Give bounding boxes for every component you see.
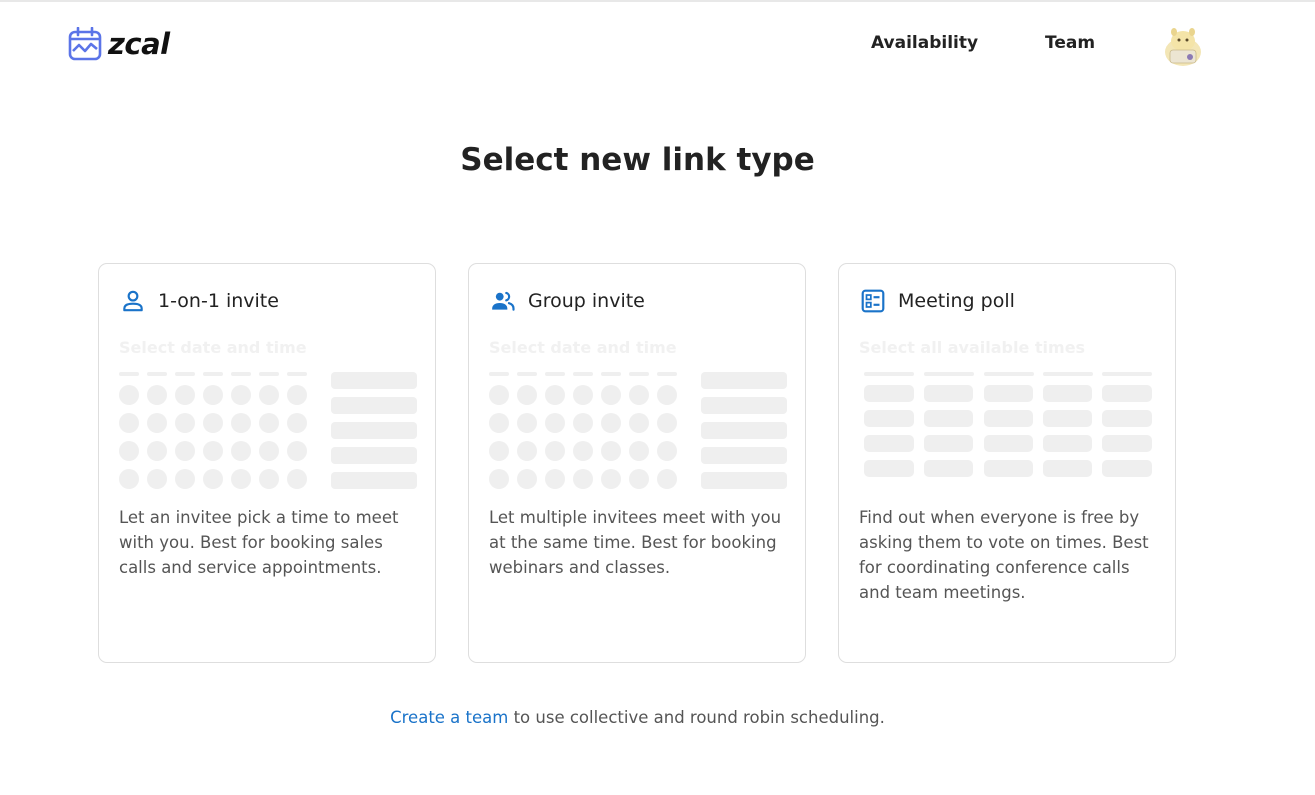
person-icon — [123, 290, 143, 312]
poll-icon — [861, 289, 885, 313]
avatar[interactable] — [1160, 24, 1206, 70]
nav-availability[interactable]: Availability — [871, 32, 978, 54]
poll-preview — [864, 372, 1152, 477]
brand-name: zcal — [108, 27, 170, 61]
nav-team[interactable]: Team — [1045, 32, 1095, 54]
card-title: Group invite — [528, 290, 645, 312]
preview-label: Select date and time — [489, 338, 677, 357]
card-meeting-poll[interactable]: Meeting poll Select all available times … — [838, 263, 1176, 663]
card-description: Let multiple invitees meet with you at t… — [489, 508, 782, 577]
preview-label: Select date and time — [119, 338, 307, 357]
group-icon — [492, 291, 515, 311]
calendar-preview — [489, 372, 787, 489]
card-one-on-one-invite[interactable]: 1-on-1 invite Select date and time Let a… — [98, 263, 436, 663]
card-header: Meeting poll — [860, 288, 1015, 314]
page-title: Select new link type — [460, 142, 815, 178]
card-header: Group invite — [490, 288, 645, 314]
avatar-image — [1160, 24, 1206, 70]
create-team-link[interactable]: Create a team — [390, 708, 508, 727]
top-divider — [0, 0, 1315, 2]
card-header: 1-on-1 invite — [120, 288, 279, 314]
footer-text: to use collective and round robin schedu… — [508, 708, 885, 727]
calendar-preview — [119, 372, 417, 489]
footer-note: Create a team to use collective and roun… — [0, 706, 1275, 730]
card-title: 1-on-1 invite — [158, 290, 279, 312]
calendar-logo-icon — [68, 27, 102, 61]
card-group-invite[interactable]: Group invite Select date and time Let mu… — [468, 263, 806, 663]
card-description: Let an invitee pick a time to meet with … — [119, 508, 399, 577]
card-title: Meeting poll — [898, 290, 1015, 312]
preview-label: Select all available times — [859, 338, 1086, 357]
logo[interactable]: zcal — [68, 27, 170, 61]
card-description: Find out when everyone is free by asking… — [859, 508, 1149, 602]
